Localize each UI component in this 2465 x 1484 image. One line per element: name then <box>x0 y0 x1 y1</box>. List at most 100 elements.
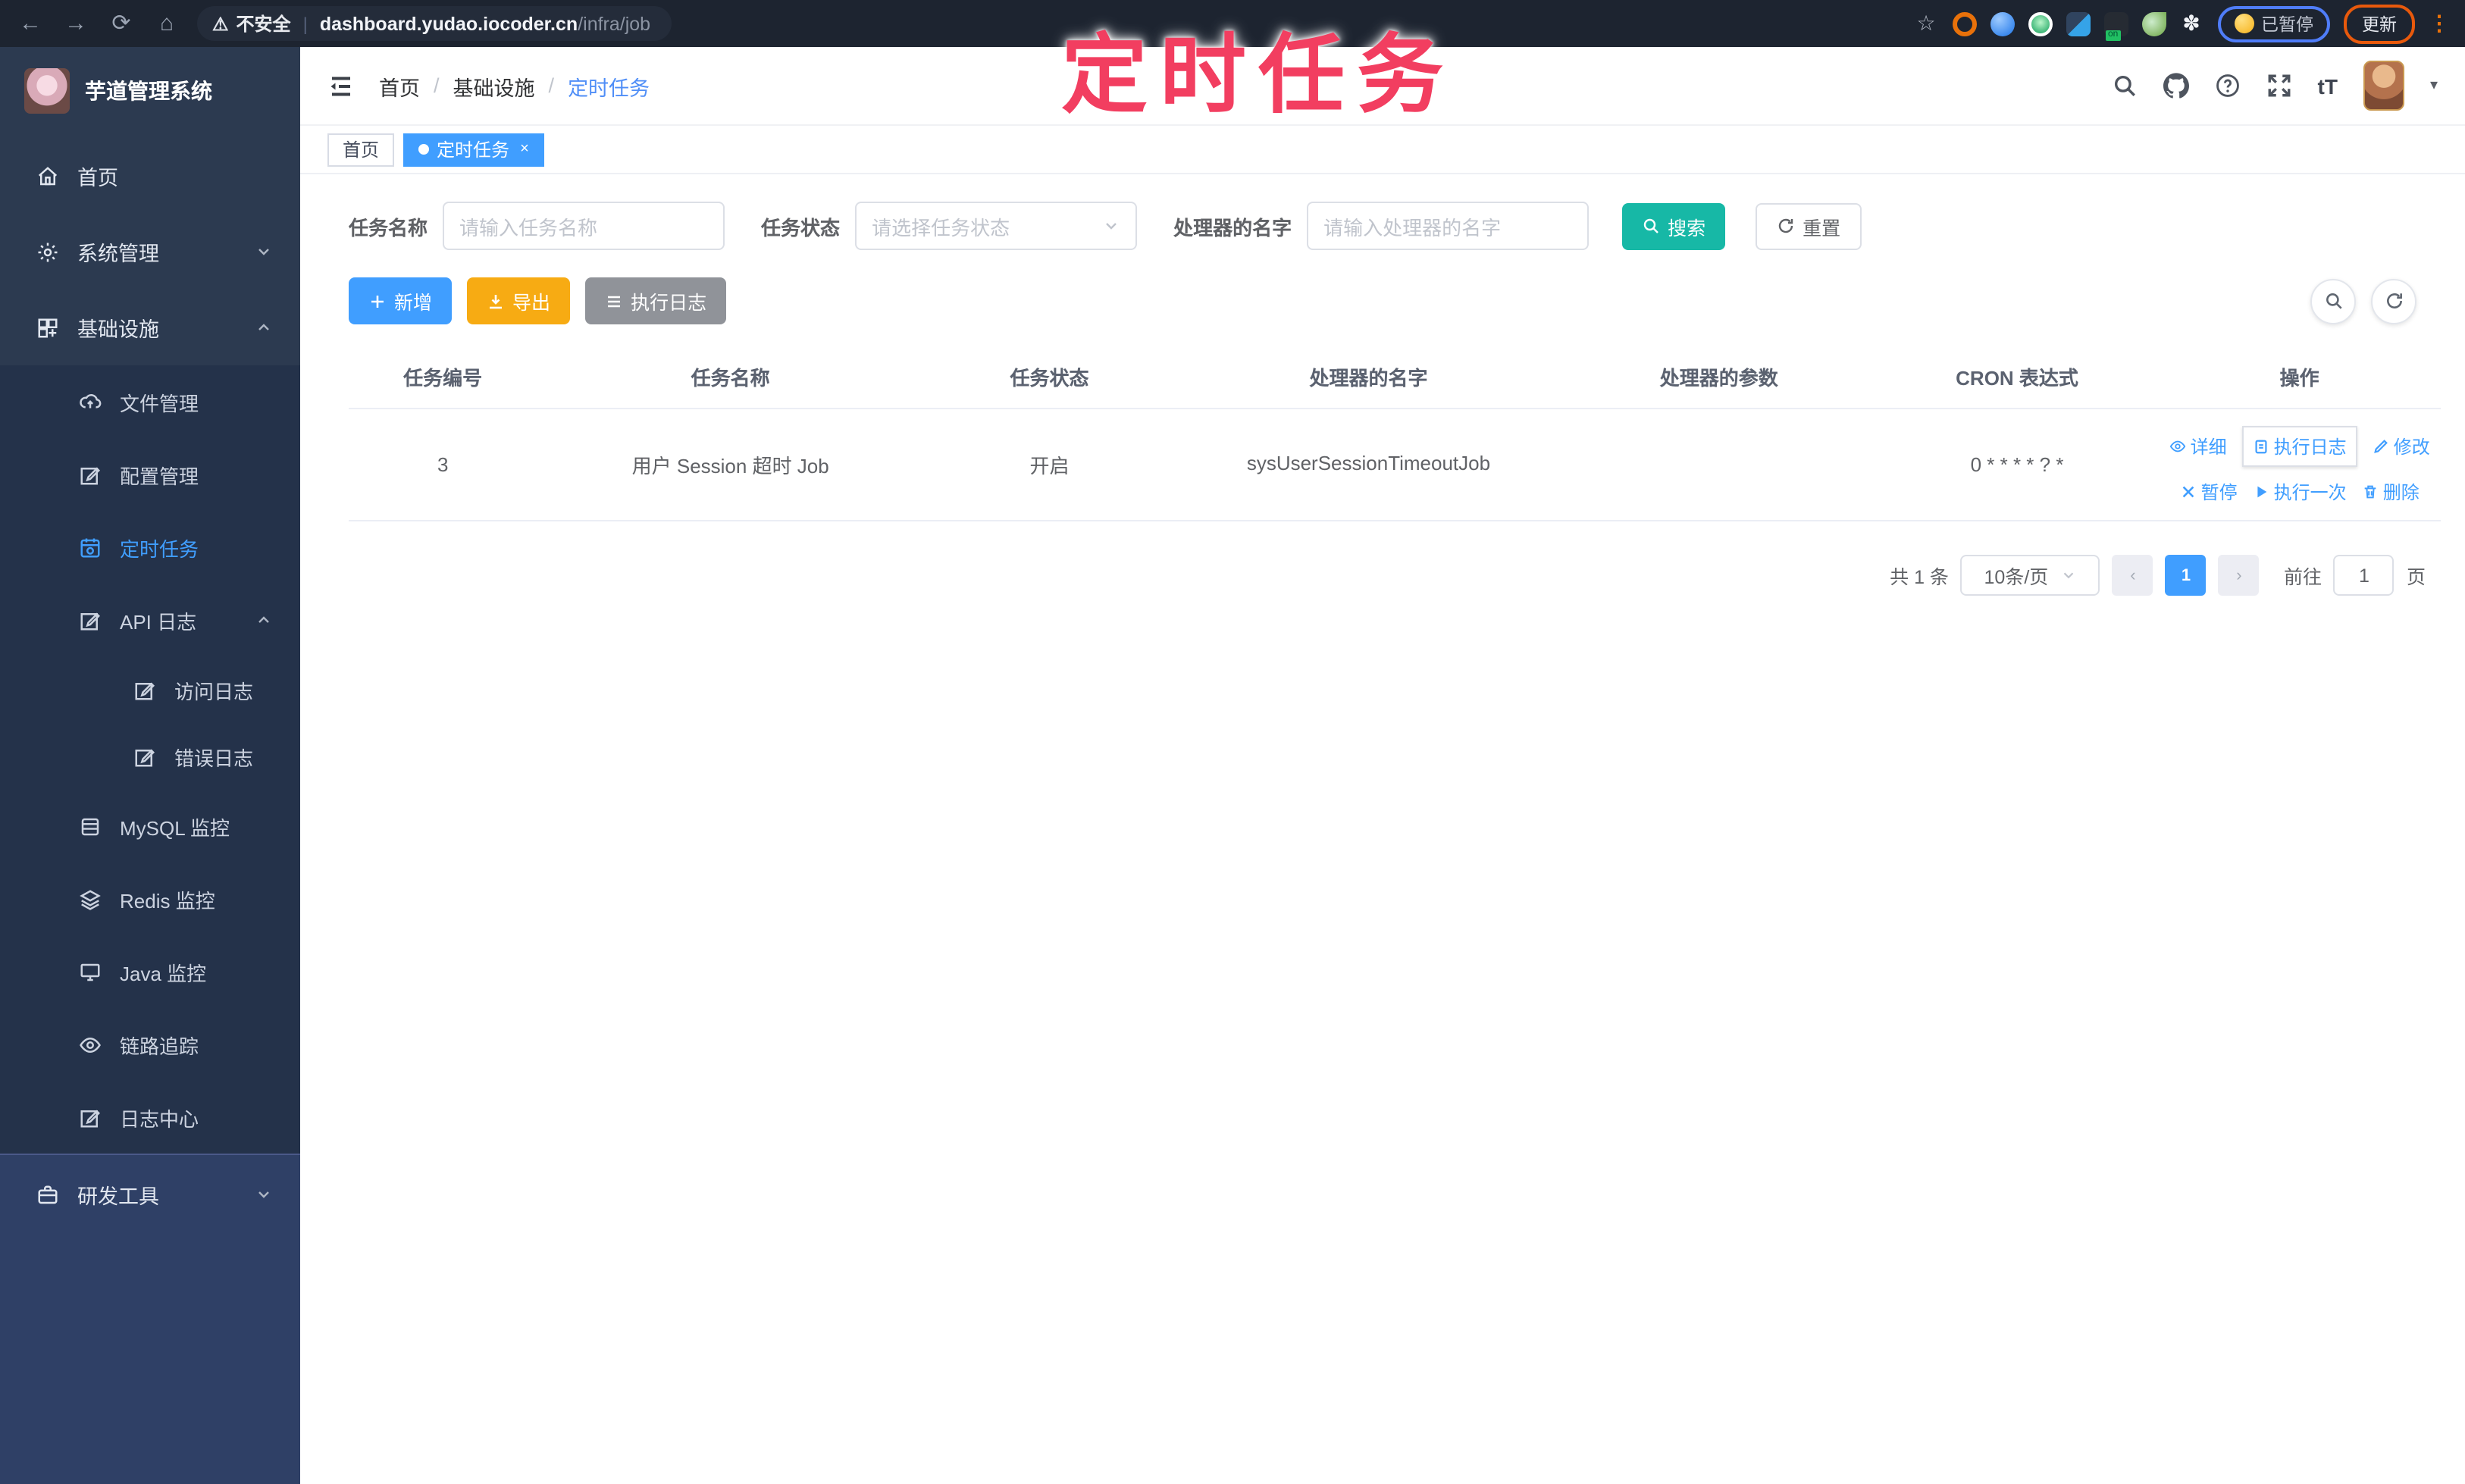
layers-icon <box>79 888 102 910</box>
sidebar-item-system-management[interactable]: 系统管理 <box>0 214 300 290</box>
breadcrumb: 首页 / 基础设施 / 定时任务 <box>379 70 650 101</box>
browser-forward-icon[interactable]: → <box>61 0 91 47</box>
sidebar-item-api-log[interactable]: API 日志 <box>0 584 300 656</box>
browser-back-icon[interactable]: ← <box>15 0 45 47</box>
page-size-value: 10条/页 <box>1984 567 2049 588</box>
extension-grid-icon[interactable] <box>2066 11 2090 36</box>
row-execution-log-action[interactable]: 执行日志 <box>2241 425 2357 466</box>
toggle-search-button[interactable] <box>2310 278 2356 324</box>
breadcrumb-home[interactable]: 首页 <box>379 70 420 101</box>
export-button[interactable]: 导出 <box>467 277 571 324</box>
page-1-button[interactable]: 1 <box>2165 555 2207 596</box>
sidebar-item-label: API 日志 <box>120 610 197 633</box>
update-button[interactable]: 更新 <box>2344 4 2415 43</box>
sidebar-item-java-monitor[interactable]: Java 监控 <box>0 935 300 1008</box>
browser-reload-icon[interactable]: ⟳ <box>106 0 136 47</box>
app-logo-avatar <box>24 68 70 114</box>
extension-leaf-icon[interactable] <box>2141 11 2166 36</box>
header-actions: tT ▾ <box>2112 61 2438 111</box>
reset-button[interactable]: 重置 <box>1756 202 1862 249</box>
text-size-icon[interactable]: tT <box>2318 74 2338 98</box>
address-separator: | <box>302 13 308 34</box>
app-logo[interactable]: 芋道管理系统 <box>0 47 300 138</box>
delete-action-label: 删除 <box>2382 481 2420 502</box>
cell-job-id: 3 <box>437 453 449 476</box>
sidebar-item-label: 基础设施 <box>77 318 159 341</box>
task-name-input[interactable]: 请输入任务名称 <box>443 202 725 250</box>
column-header: CRON 表达式 <box>1956 367 2078 390</box>
refresh-table-button[interactable] <box>2371 278 2416 324</box>
fullscreen-icon[interactable] <box>2266 73 2292 99</box>
main-area: 首页 / 基础设施 / 定时任务 tT ▾ 首页 定时任务 × 任务名称 请输入… <box>300 47 2465 1484</box>
tab-home[interactable]: 首页 <box>327 133 395 166</box>
next-page-button[interactable]: › <box>2218 555 2260 596</box>
refresh-icon <box>2384 291 2404 311</box>
tab-scheduled-jobs[interactable]: 定时任务 × <box>403 133 544 166</box>
breadcrumb-infrastructure[interactable]: 基础设施 <box>453 70 535 101</box>
edit-square-icon <box>79 463 102 486</box>
address-bar[interactable]: ⚠ 不安全 | dashboard.yudao.iocoder.cn/infra… <box>197 6 672 41</box>
chevron-down-icon <box>255 243 273 261</box>
update-label: 更新 <box>2362 16 2397 34</box>
handler-name-text: sysUserSessionTimeoutJob <box>1246 452 1491 475</box>
app-header: 首页 / 基础设施 / 定时任务 tT ▾ <box>300 47 2465 126</box>
task-status-select[interactable]: 请选择任务状态 <box>855 202 1138 250</box>
eye-icon <box>2169 437 2186 454</box>
page-size-select[interactable]: 10条/页 <box>1960 555 2100 596</box>
export-button-label: 导出 <box>512 293 551 314</box>
extension-blue-icon[interactable] <box>1990 11 2014 36</box>
search-icon[interactable] <box>2112 73 2138 99</box>
sidebar-item-log-center[interactable]: 日志中心 <box>0 1081 300 1154</box>
chevron-up-icon <box>255 318 273 337</box>
github-icon[interactable] <box>2163 73 2189 99</box>
browser-menu-icon[interactable]: ⋮ <box>2429 11 2450 36</box>
security-warning[interactable]: ⚠ 不安全 <box>212 11 291 36</box>
sidebar-item-infrastructure[interactable]: 基础设施 <box>0 290 300 365</box>
sidebar-item-error-log[interactable]: 错误日志 <box>0 723 300 790</box>
sidebar-item-home[interactable]: 首页 <box>0 138 300 214</box>
sidebar-item-label: 配置管理 <box>120 465 199 487</box>
close-icon[interactable]: × <box>520 141 529 158</box>
log-center-icon <box>79 1106 102 1129</box>
extension-dark-icon[interactable] <box>2103 11 2128 40</box>
goto-page-input[interactable] <box>2333 555 2395 596</box>
detail-action[interactable]: 详细 <box>2169 433 2227 459</box>
sidebar-item-scheduled-jobs[interactable]: 定时任务 <box>0 511 300 584</box>
sidebar-item-tracing[interactable]: 链路追踪 <box>0 1008 300 1081</box>
sidebar-item-config-management[interactable]: 配置管理 <box>0 438 300 511</box>
execution-log-button[interactable]: 执行日志 <box>585 277 727 324</box>
breadcrumb-current[interactable]: 定时任务 <box>568 70 650 101</box>
edit-action[interactable]: 修改 <box>2373 433 2430 459</box>
browser-home-icon[interactable]: ⌂ <box>152 0 182 47</box>
sidebar-item-file-management[interactable]: 文件管理 <box>0 365 300 438</box>
extension-green-icon[interactable] <box>2028 11 2052 36</box>
avatar-caret-icon[interactable]: ▾ <box>2430 77 2438 94</box>
hamburger-icon[interactable] <box>327 72 355 99</box>
page-content: 任务名称 请输入任务名称 任务状态 请选择任务状态 处理器的名字 请输入处理器的… <box>300 174 2465 1484</box>
sidebar-bottom-section: 研发工具 <box>0 1154 300 1484</box>
sidebar-item-redis-monitor[interactable]: Redis 监控 <box>0 863 300 935</box>
api-log-icon <box>79 609 102 631</box>
search-button[interactable]: 搜索 <box>1622 202 1726 249</box>
sidebar-item-mysql-monitor[interactable]: MySQL 监控 <box>0 790 300 863</box>
toolbar-right-actions <box>2310 278 2416 324</box>
run-once-action[interactable]: 执行一次 <box>2253 478 2347 504</box>
sidebar-item-dev-tools[interactable]: 研发工具 <box>0 1155 300 1234</box>
user-avatar[interactable] <box>2363 61 2404 111</box>
add-button[interactable]: 新增 <box>349 277 453 324</box>
url-text[interactable]: dashboard.yudao.iocoder.cn/infra/job <box>320 13 650 34</box>
pause-action[interactable]: 暂停 <box>2180 478 2238 504</box>
extension-orange-icon[interactable] <box>1952 11 1976 36</box>
sidebar-item-access-log[interactable]: 访问日志 <box>0 656 300 723</box>
prev-page-button[interactable]: ‹ <box>2112 555 2153 596</box>
reset-button-label: 重置 <box>1803 218 1841 239</box>
tabs-bar: 首页 定时任务 × <box>300 126 2465 174</box>
handler-name-input[interactable]: 请输入处理器的名字 <box>1307 202 1590 250</box>
table-toolbar: 新增 导出 执行日志 <box>349 277 2447 324</box>
help-icon[interactable] <box>2215 73 2241 99</box>
paused-badge[interactable]: 已暂停 <box>2217 5 2330 42</box>
pagination: 共 1 条 10条/页 ‹ 1 › 前往 页 <box>321 555 2426 596</box>
extension-flower-icon[interactable]: ✽ <box>2179 11 2203 36</box>
delete-action[interactable]: 删除 <box>2362 478 2420 504</box>
bookmark-star-icon[interactable]: ☆ <box>1914 11 1938 36</box>
